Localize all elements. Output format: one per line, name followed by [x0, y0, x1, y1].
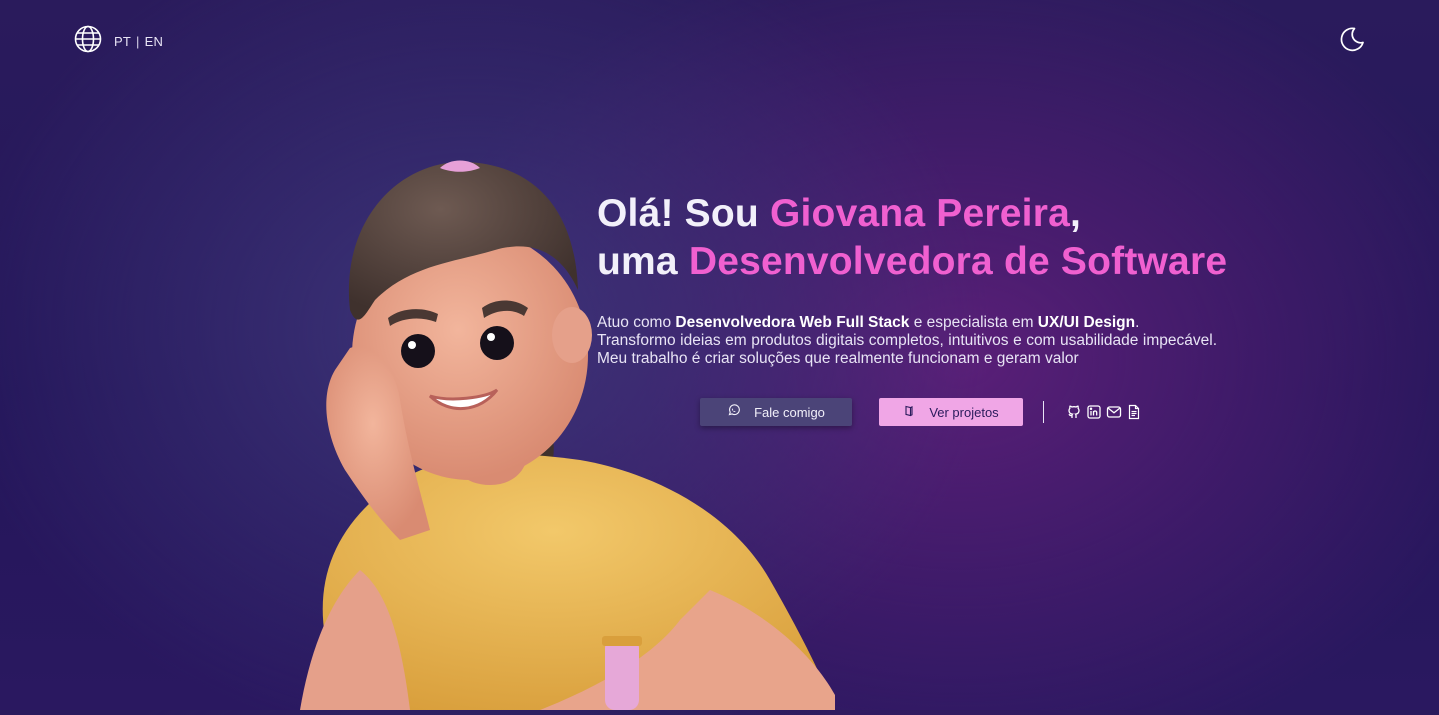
desc-text-1: Atuo como	[597, 314, 676, 331]
title-name: Giovana Pereira	[769, 192, 1070, 235]
title-role: Desenvolvedora de Software	[688, 240, 1228, 283]
hero-section: Olá! Sou Giovana Pereira, uma Desenvolve…	[597, 190, 1297, 368]
title-greeting: Olá! Sou	[597, 192, 770, 235]
contact-label: Fale comigo	[754, 404, 825, 420]
linkedin-icon[interactable]	[1086, 404, 1102, 420]
desc-text-4: Transformo ideias em produtos digitais c…	[597, 332, 1217, 367]
lang-pt-link[interactable]: PT	[114, 34, 131, 49]
desc-text-2: e especialista em	[909, 314, 1038, 331]
desc-bold-2: UX/UI Design	[1037, 314, 1136, 331]
hero-actions: Fale comigo Ver projetos	[700, 398, 1142, 426]
document-icon[interactable]	[1126, 404, 1142, 420]
desc-bold-1: Desenvolvedora Web Full Stack	[675, 314, 910, 331]
whatsapp-icon	[727, 404, 740, 420]
projects-button[interactable]: Ver projetos	[879, 398, 1023, 426]
language-switcher: PT | EN	[74, 25, 163, 58]
github-icon[interactable]	[1066, 404, 1082, 420]
title-prefix: uma	[597, 240, 689, 283]
lang-en-link[interactable]: EN	[145, 34, 163, 49]
hero-description: Atuo como Desenvolvedora Web Full Stack …	[597, 314, 1217, 368]
actions-divider	[1043, 401, 1044, 423]
theme-toggle-button[interactable]	[1338, 25, 1366, 53]
desc-text-3: .	[1135, 314, 1140, 331]
title-comma: ,	[1069, 192, 1082, 235]
mail-icon[interactable]	[1106, 404, 1122, 420]
book-icon	[903, 405, 915, 420]
language-options: PT | EN	[114, 34, 163, 49]
social-links	[1066, 404, 1142, 420]
contact-button[interactable]: Fale comigo	[700, 398, 852, 426]
globe-icon[interactable]	[74, 25, 102, 58]
lang-separator: |	[136, 34, 140, 49]
hero-title: Olá! Sou Giovana Pereira, uma Desenvolve…	[597, 190, 1297, 286]
moon-icon	[1338, 27, 1366, 57]
projects-label: Ver projetos	[929, 404, 999, 420]
